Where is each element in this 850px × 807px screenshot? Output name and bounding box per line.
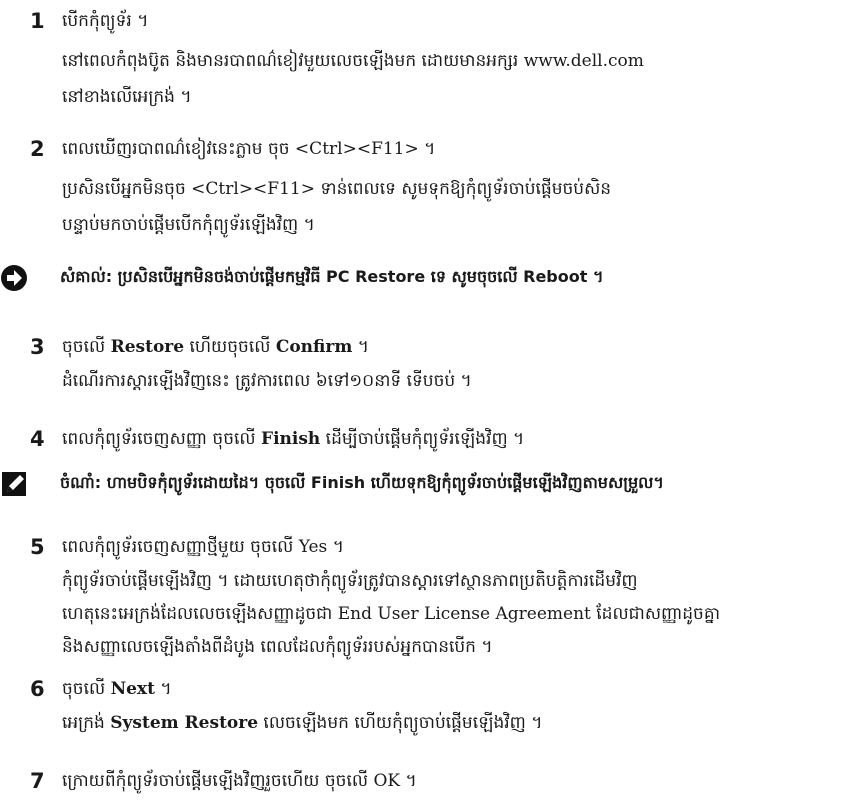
step-text: ដំណើរការស្តារឡើងវិញនេះ ត្រូវការពេល ៦ទៅ១០… xyxy=(62,371,472,391)
step-text: អេក្រង់ System Restore លេចឡើងមក ហើយកុំព្… xyxy=(62,710,542,736)
caution-text: សំគាល់: ប្រសិនបើអ្នកមិនចង់ចាប់ផ្តើមកម្មវ… xyxy=(60,267,604,286)
text-fragment: ពេលកុំព្យូទ័រចេញសញ្ញា ចុចលើ xyxy=(62,429,261,449)
text-fragment: អេក្រង់ xyxy=(62,713,111,733)
text-fragment: ។ xyxy=(154,679,172,699)
step-text: និងសញ្ញាលេចឡើងតាំងពីដំបូង ពេលដែលកុំព្យូទ… xyxy=(62,637,493,657)
confirm-label: Confirm xyxy=(275,337,353,357)
step-text: បន្ទាប់មកចាប់ផ្តើមបើកកុំព្យូទ័រឡើងវិញ ។ xyxy=(62,215,315,235)
note-text: ចំណាំ: ហាមបិទកុំព្យូទ័រដោយដៃ។ ចុចលើ Fini… xyxy=(60,473,664,492)
step-text: នៅពេលកំពុងប៊ូត និងមានរបាពណ៌ខៀវមួយលេចឡើងម… xyxy=(62,51,644,71)
step-text: ប្រសិនបើអ្នកមិនចុច <Ctrl><F11> ទាន់ពេលទេ… xyxy=(62,179,612,199)
step-number: 7 xyxy=(30,769,45,793)
step-text: បើកកុំព្យូទ័រ ។ xyxy=(62,11,149,31)
text-fragment: ដើម្បីចាប់ផ្តើមកុំព្យូទ័រឡើងវិញ ។ xyxy=(320,429,525,449)
next-label: Next xyxy=(110,679,155,699)
step-text: ពេលកុំព្យូទ័រចេញសញ្ញា ចុចលើ Finish ដើម្ប… xyxy=(62,426,524,452)
step-number: 1 xyxy=(30,9,45,33)
step-text: ចុចលើ Next ។ xyxy=(62,676,172,702)
step-text: ហេតុនេះអេក្រង់ដែលលេចឡើងសញ្ញាដូចជា End Us… xyxy=(62,604,721,624)
step-text: នៅខាងលើអេក្រង់ ។ xyxy=(62,87,192,107)
step-number: 2 xyxy=(30,137,45,161)
text-fragment: ចុចលើ xyxy=(62,679,111,699)
step-text: ពេលឃើញរបាពណ៌ខៀវនេះភ្លាម ចុច <Ctrl><F11> … xyxy=(62,139,436,159)
step-number: 6 xyxy=(30,677,45,701)
system-restore-label: System Restore xyxy=(110,713,259,733)
step-text: ពេលកុំព្យូទ័រចេញសញ្ញាថ្មីមួយ ចុចលើ Yes ។ xyxy=(62,537,344,557)
text-fragment: ។ xyxy=(352,337,369,357)
step-text: កុំព្យូទ័រចាប់ផ្តើមឡើងវិញ ។ ដោយហេតុថាកុំ… xyxy=(62,571,638,591)
step-number: 4 xyxy=(30,427,45,451)
step-number: 3 xyxy=(30,335,45,359)
note-pencil-icon xyxy=(2,472,26,496)
text-fragment: ចុចលើ xyxy=(62,337,111,357)
step-number: 5 xyxy=(30,535,45,559)
restore-label: Restore xyxy=(110,337,185,357)
text-fragment: ហើយចុចលើ xyxy=(184,337,276,357)
step-text: ក្រោយពីកុំព្យូទ័រចាប់ផ្តើមឡើងវិញរួចហើយ ច… xyxy=(62,771,417,791)
step-text: ចុចលើ Restore ហើយចុចលើ Confirm ។ xyxy=(62,334,369,360)
text-fragment: លេចឡើងមក ហើយកុំព្យូចាប់ផ្តើមឡើងវិញ ។ xyxy=(258,713,543,733)
caution-arrow-icon xyxy=(1,265,27,291)
finish-label: Finish xyxy=(261,429,321,449)
